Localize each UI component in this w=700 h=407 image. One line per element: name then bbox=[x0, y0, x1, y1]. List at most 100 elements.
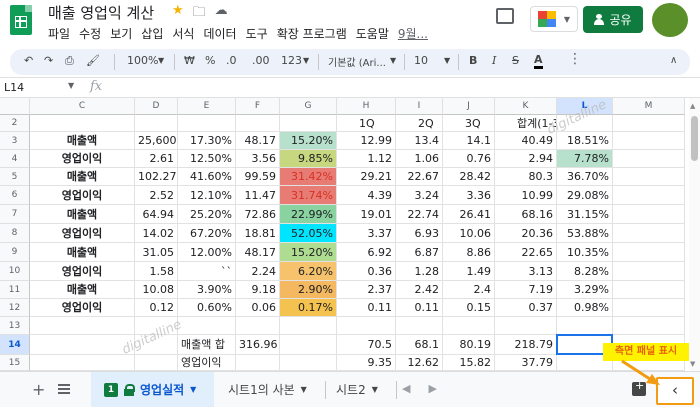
cell-e11[interactable]: 3.90% bbox=[178, 281, 236, 299]
cell-g6[interactable]: 31.74% bbox=[280, 186, 337, 205]
cell-c2[interactable] bbox=[30, 115, 135, 132]
scroll-up-icon[interactable]: ▲ bbox=[690, 102, 695, 110]
cell-i14[interactable]: 68.1 bbox=[396, 335, 443, 355]
font-select[interactable]: 기본값 (Ari... bbox=[328, 54, 386, 69]
cell-j6[interactable]: 3.36 bbox=[443, 186, 495, 205]
menu-extensions[interactable]: 확장 프로그램 bbox=[277, 25, 347, 42]
tab-sheet-copy[interactable]: 시트1의 사본 ▼ bbox=[228, 372, 328, 407]
cell-m7[interactable] bbox=[613, 205, 685, 224]
cell-i9[interactable]: 6.87 bbox=[396, 243, 443, 262]
cell-i13[interactable] bbox=[396, 317, 443, 335]
cell-d5[interactable]: 102.27 bbox=[135, 168, 178, 186]
chevron-right-icon[interactable]: ▶ bbox=[428, 382, 436, 395]
avatar[interactable] bbox=[652, 3, 688, 37]
cell-f3[interactable]: 48.17 bbox=[236, 132, 280, 150]
share-button[interactable]: 공유 bbox=[583, 6, 643, 33]
cell-e8[interactable]: 67.20% bbox=[178, 224, 236, 243]
cell-d4[interactable]: 2.61 bbox=[135, 150, 178, 168]
cell-m9[interactable] bbox=[613, 243, 685, 262]
cell-c9[interactable]: 매출액 bbox=[30, 243, 135, 262]
cell-m3[interactable] bbox=[613, 132, 685, 150]
cell-c7[interactable]: 매출액 bbox=[30, 205, 135, 224]
cell-h6[interactable]: 4.39 bbox=[337, 186, 396, 205]
cell-g11[interactable]: 2.90% bbox=[280, 281, 337, 299]
cell-k6[interactable]: 10.99 bbox=[495, 186, 557, 205]
column-header-j[interactable]: J bbox=[443, 98, 495, 115]
scroll-down-icon[interactable]: ▼ bbox=[690, 360, 695, 368]
cell-j10[interactable]: 1.49 bbox=[443, 262, 495, 281]
bold-button[interactable]: B bbox=[469, 54, 477, 67]
cell-e5[interactable]: 41.60% bbox=[178, 168, 236, 186]
vertical-scrollbar[interactable]: ▲ ▼ bbox=[689, 98, 700, 371]
more-icon[interactable]: ⋮ bbox=[568, 51, 582, 67]
cell-e10[interactable]: `` bbox=[178, 262, 236, 281]
cell-k9[interactable]: 22.65 bbox=[495, 243, 557, 262]
cell-h5[interactable]: 29.21 bbox=[337, 168, 396, 186]
row-header-2[interactable]: 2 bbox=[0, 115, 30, 132]
cell-d6[interactable]: 2.52 bbox=[135, 186, 178, 205]
cell-i2[interactable]: 2Q bbox=[396, 115, 443, 132]
cell-l7[interactable]: 31.15% bbox=[557, 205, 613, 224]
cell-l11[interactable]: 3.29% bbox=[557, 281, 613, 299]
row-header-8[interactable]: 8 bbox=[0, 224, 30, 243]
percent-format-button[interactable]: % bbox=[205, 54, 215, 67]
cell-k7[interactable]: 68.16 bbox=[495, 205, 557, 224]
cell-f2[interactable] bbox=[236, 115, 280, 132]
cell-h11[interactable]: 2.37 bbox=[337, 281, 396, 299]
cell-m13[interactable] bbox=[613, 317, 685, 335]
cell-j8[interactable]: 10.06 bbox=[443, 224, 495, 243]
cell-g14[interactable] bbox=[280, 335, 337, 355]
cell-c6[interactable]: 영업이익 bbox=[30, 186, 135, 205]
cell-h9[interactable]: 6.92 bbox=[337, 243, 396, 262]
cell-i8[interactable]: 6.93 bbox=[396, 224, 443, 243]
strikethrough-button[interactable]: S bbox=[512, 54, 519, 67]
print-icon[interactable]: ⎙ bbox=[65, 54, 74, 68]
zoom-select[interactable]: 100% bbox=[127, 54, 158, 67]
cell-j14[interactable]: 80.19 bbox=[443, 335, 495, 355]
cell-e13[interactable] bbox=[178, 317, 236, 335]
cell-g3[interactable]: 15.20% bbox=[280, 132, 337, 150]
cell-f5[interactable]: 99.59 bbox=[236, 168, 280, 186]
cell-h4[interactable]: 1.12 bbox=[337, 150, 396, 168]
cell-i3[interactable]: 13.4 bbox=[396, 132, 443, 150]
cell-f15[interactable] bbox=[236, 355, 280, 371]
cell-f9[interactable]: 48.17 bbox=[236, 243, 280, 262]
cell-j11[interactable]: 2.4 bbox=[443, 281, 495, 299]
cell-d7[interactable]: 64.94 bbox=[135, 205, 178, 224]
cell-g13[interactable] bbox=[280, 317, 337, 335]
cell-m4[interactable] bbox=[613, 150, 685, 168]
cell-l8[interactable]: 53.88% bbox=[557, 224, 613, 243]
column-header-m[interactable]: M bbox=[613, 98, 685, 115]
cell-m8[interactable] bbox=[613, 224, 685, 243]
row-header-12[interactable]: 12 bbox=[0, 299, 30, 317]
cell-i6[interactable]: 3.24 bbox=[396, 186, 443, 205]
move-folder-icon[interactable]: 🗀 bbox=[193, 3, 206, 25]
cell-h2[interactable]: 1Q bbox=[337, 115, 396, 132]
row-header-9[interactable]: 9 bbox=[0, 243, 30, 262]
tab-sheet2[interactable]: 시트2 ▼ bbox=[336, 372, 396, 407]
explore-icon[interactable] bbox=[632, 379, 646, 396]
cell-f7[interactable]: 72.86 bbox=[236, 205, 280, 224]
last-edit-link[interactable]: 9월... bbox=[398, 25, 428, 42]
cell-d8[interactable]: 14.02 bbox=[135, 224, 178, 243]
cell-m10[interactable] bbox=[613, 262, 685, 281]
italic-button[interactable]: I bbox=[492, 54, 496, 67]
cell-j13[interactable] bbox=[443, 317, 495, 335]
row-header-5[interactable]: 5 bbox=[0, 168, 30, 186]
cell-k8[interactable]: 20.36 bbox=[495, 224, 557, 243]
cell-g9[interactable]: 15.20% bbox=[280, 243, 337, 262]
cell-f6[interactable]: 11.47 bbox=[236, 186, 280, 205]
cell-j12[interactable]: 0.15 bbox=[443, 299, 495, 317]
cell-h3[interactable]: 12.99 bbox=[337, 132, 396, 150]
menu-file[interactable]: 파일 bbox=[48, 25, 70, 42]
sheets-logo-icon[interactable] bbox=[10, 5, 32, 35]
cell-l4[interactable]: 7.78% bbox=[557, 150, 613, 168]
name-box[interactable]: L14 bbox=[4, 81, 24, 94]
cell-k11[interactable]: 7.19 bbox=[495, 281, 557, 299]
row-header-3[interactable]: 3 bbox=[0, 132, 30, 150]
column-header-c[interactable]: C bbox=[30, 98, 135, 115]
column-header-l[interactable]: L bbox=[557, 98, 613, 115]
cell-d12[interactable]: 0.12 bbox=[135, 299, 178, 317]
column-header-e[interactable]: E bbox=[178, 98, 236, 115]
more-formats-button[interactable]: 123 bbox=[281, 54, 302, 67]
